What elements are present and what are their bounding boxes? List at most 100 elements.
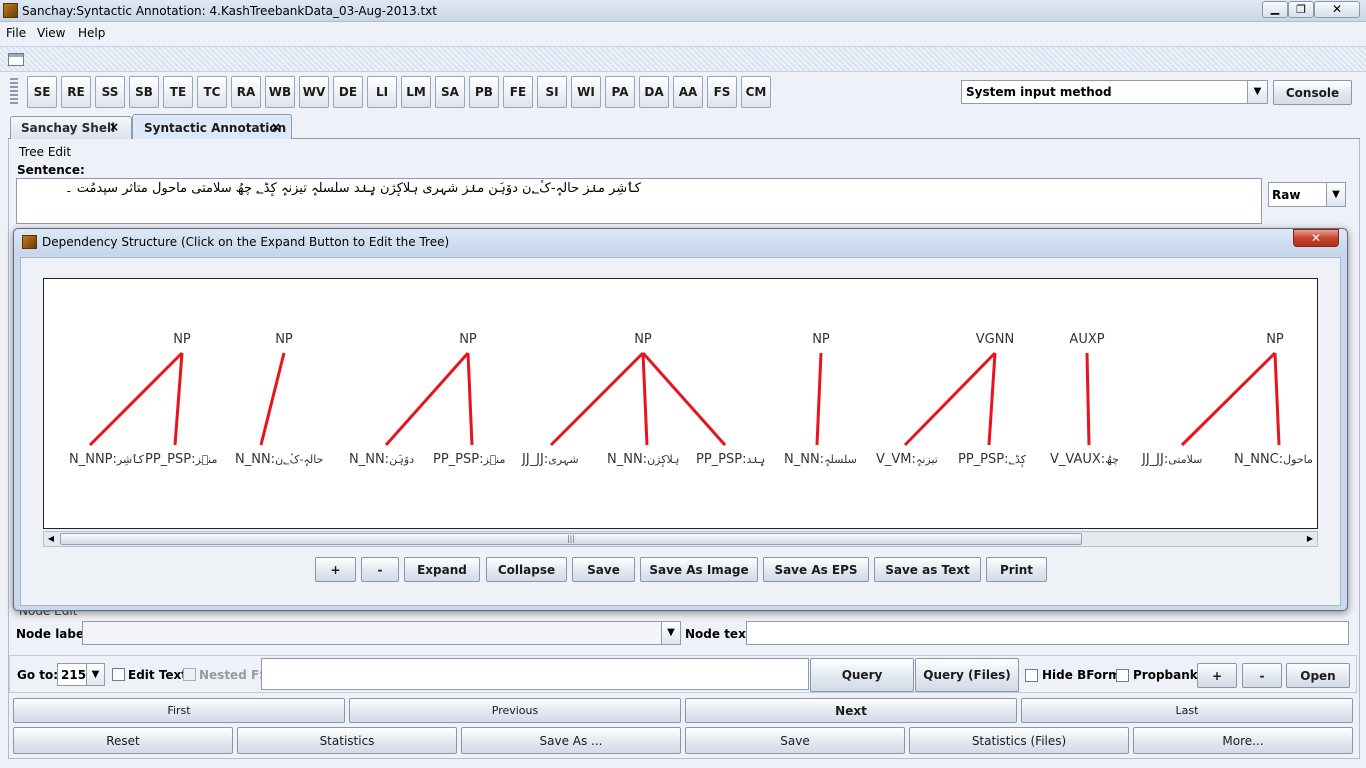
tool-button-te[interactable]: TE: [163, 76, 193, 108]
horizontal-scrollbar[interactable]: ◀ ||| ▶: [43, 531, 1318, 547]
leaf-node[interactable]: V_VM:تیزنہٕ: [876, 452, 938, 467]
edit-text-checkbox[interactable]: [112, 668, 125, 681]
zoom-in-button[interactable]: +: [1197, 663, 1237, 688]
format-select[interactable]: Raw ▼: [1268, 182, 1346, 207]
phrase-node[interactable]: NP: [275, 332, 293, 347]
tool-button-sb[interactable]: SB: [129, 76, 159, 108]
dialog-close-button[interactable]: ✕: [1293, 229, 1339, 247]
reset-button[interactable]: Reset: [13, 727, 233, 754]
menu-file[interactable]: File: [6, 26, 26, 40]
leaf-node[interactable]: N_NN:حالہٕ-کٔ؂ن: [235, 452, 323, 467]
leaf-node[interactable]: N_NN:ہلاکٕژن: [607, 452, 679, 467]
tool-button-wb[interactable]: WB: [265, 76, 295, 108]
sentence-textarea[interactable]: کٲشِر منٛز حالہٕ-کٔ؂ن دوٚہَن منٛز شہری ہ…: [16, 178, 1262, 224]
leaf-node[interactable]: PP_PSP:منٛز: [433, 452, 505, 467]
propbank-checkbox[interactable]: [1116, 669, 1129, 682]
tab-sanchay-shell[interactable]: Sanchay Shell ×: [10, 116, 132, 139]
leaf-node[interactable]: PP_PSP:کٕڈ؂: [958, 452, 1027, 467]
nested-fs-checkbox[interactable]: [183, 668, 196, 681]
menu-view[interactable]: View: [37, 26, 65, 40]
collapse-button[interactable]: Collapse: [486, 557, 567, 582]
window-icon[interactable]: [8, 53, 24, 66]
node-label-select[interactable]: ▼: [82, 621, 681, 645]
tool-button-pb[interactable]: PB: [469, 76, 499, 108]
previous-button[interactable]: Previous: [349, 698, 681, 723]
phrase-node[interactable]: VGNN: [976, 332, 1014, 347]
phrase-node[interactable]: NP: [173, 332, 191, 347]
expand-button[interactable]: Expand: [404, 557, 480, 582]
tool-button-se[interactable]: SE: [27, 76, 57, 108]
goto-select[interactable]: 215 ▼: [57, 663, 105, 686]
tool-button-cm[interactable]: CM: [741, 76, 771, 108]
tool-button-da[interactable]: DA: [639, 76, 669, 108]
statistics-files-button[interactable]: Statistics (Files): [909, 727, 1129, 754]
close-icon[interactable]: ×: [271, 120, 281, 134]
print-button[interactable]: Print: [986, 557, 1047, 582]
close-icon[interactable]: ×: [109, 120, 119, 134]
phrase-node[interactable]: AUXP: [1069, 332, 1104, 347]
tool-button-li[interactable]: LI: [367, 76, 397, 108]
zoom-out-button[interactable]: -: [1242, 663, 1282, 688]
tool-button-lm[interactable]: LM: [401, 76, 431, 108]
tool-button-re[interactable]: RE: [61, 76, 91, 108]
leaf-node[interactable]: JJ_JJ:سلامتی: [1141, 452, 1202, 467]
chevron-down-icon[interactable]: ▼: [86, 664, 104, 685]
scroll-right-icon[interactable]: ▶: [1303, 532, 1317, 546]
chevron-down-icon[interactable]: ▼: [1326, 183, 1345, 206]
scrollbar-thumb[interactable]: |||: [60, 533, 1082, 545]
phrase-node[interactable]: NP: [459, 332, 477, 347]
more-button[interactable]: More...: [1133, 727, 1353, 754]
tool-button-ss[interactable]: SS: [95, 76, 125, 108]
console-button[interactable]: Console: [1273, 80, 1352, 105]
tab-syntactic-annotation[interactable]: Syntactic Annotation ×: [132, 114, 292, 139]
save-button[interactable]: Save: [685, 727, 905, 754]
phrase-node[interactable]: NP: [812, 332, 830, 347]
save-as-button[interactable]: Save As ...: [461, 727, 681, 754]
next-button[interactable]: Next: [685, 698, 1017, 723]
query-button[interactable]: Query: [810, 658, 914, 692]
leaf-node[interactable]: N_NN:سلسلہٕ: [784, 452, 857, 467]
last-button[interactable]: Last: [1021, 698, 1353, 723]
tool-button-sa[interactable]: SA: [435, 76, 465, 108]
leaf-node[interactable]: V_VAUX:چھُ: [1050, 452, 1119, 467]
leaf-node[interactable]: PP_PSP:منٛز: [145, 452, 217, 467]
leaf-node[interactable]: PP_PSP:ہٕنٛد: [696, 452, 765, 467]
tree-save-button[interactable]: Save: [572, 557, 635, 582]
tool-button-fs[interactable]: FS: [707, 76, 737, 108]
statistics-button[interactable]: Statistics: [237, 727, 457, 754]
leaf-node[interactable]: N_NNC:ماحول: [1234, 452, 1313, 467]
open-button[interactable]: Open: [1286, 663, 1350, 688]
tool-button-pa[interactable]: PA: [605, 76, 635, 108]
leaf-node[interactable]: JJ_JJ:شہری: [521, 452, 579, 467]
zoom-out-tree-button[interactable]: -: [361, 557, 399, 582]
leaf-node[interactable]: N_NN:دوٚہَن: [349, 452, 414, 467]
tool-button-fe[interactable]: FE: [503, 76, 533, 108]
save-as-image-button[interactable]: Save As Image: [640, 557, 758, 582]
close-window-button[interactable]: ✕: [1314, 1, 1360, 18]
tool-button-si[interactable]: SI: [537, 76, 567, 108]
chevron-down-icon[interactable]: ▼: [1247, 81, 1267, 103]
tool-button-ra[interactable]: RA: [231, 76, 261, 108]
first-button[interactable]: First: [13, 698, 345, 723]
leaf-node[interactable]: N_NNP:کٲشِر: [69, 452, 145, 467]
maximize-button[interactable]: ❐: [1288, 1, 1314, 18]
save-as-eps-button[interactable]: Save As EPS: [763, 557, 869, 582]
scroll-left-icon[interactable]: ◀: [44, 532, 58, 546]
query-files-button[interactable]: Query (Files): [915, 658, 1019, 692]
zoom-in-tree-button[interactable]: +: [315, 557, 356, 582]
query-input[interactable]: [261, 658, 809, 690]
save-as-text-button[interactable]: Save as Text: [874, 557, 981, 582]
menu-help[interactable]: Help: [78, 26, 105, 40]
tool-button-de[interactable]: DE: [333, 76, 363, 108]
tool-button-wi[interactable]: WI: [571, 76, 601, 108]
minimize-button[interactable]: ▁: [1262, 1, 1288, 18]
hide-bform-checkbox[interactable]: [1025, 669, 1038, 682]
tool-button-wv[interactable]: WV: [299, 76, 329, 108]
phrase-node[interactable]: NP: [1266, 332, 1284, 347]
chevron-down-icon[interactable]: ▼: [661, 622, 680, 644]
tool-button-aa[interactable]: AA: [673, 76, 703, 108]
tool-button-tc[interactable]: TC: [197, 76, 227, 108]
phrase-node[interactable]: NP: [634, 332, 652, 347]
input-method-select[interactable]: System input method ▼: [961, 80, 1268, 104]
node-text-field[interactable]: [746, 621, 1349, 645]
